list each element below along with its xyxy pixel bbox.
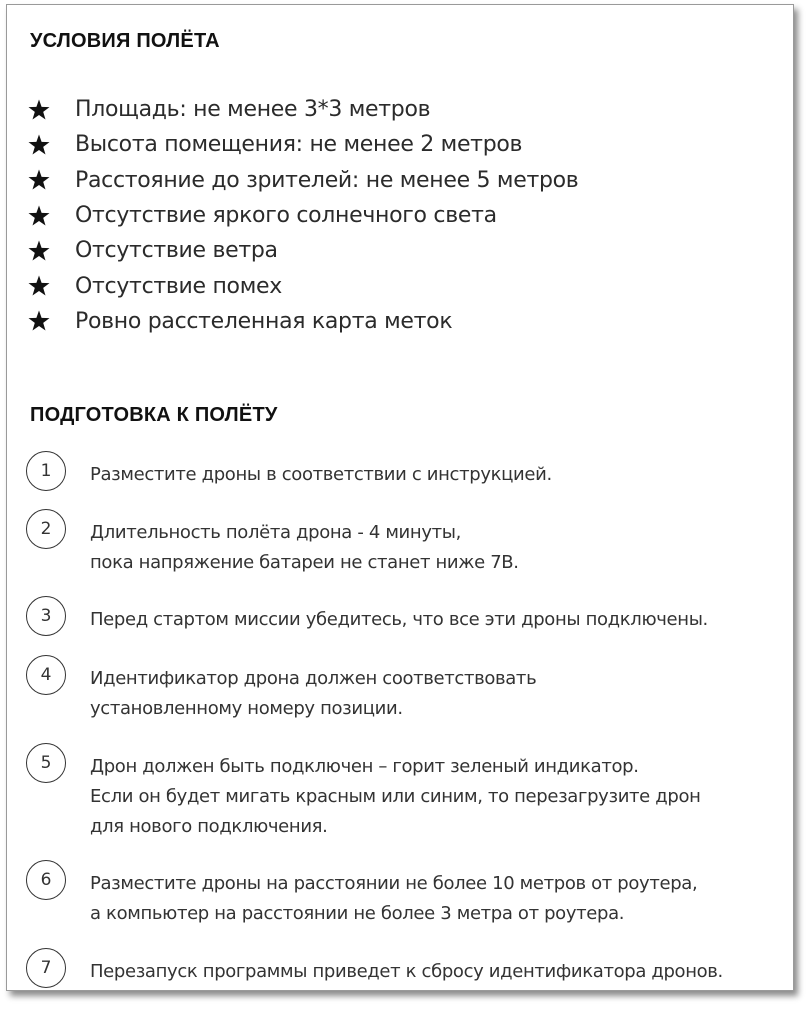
step-number-circle: 6 <box>26 860 66 900</box>
list-item: Расстояние до зрителей: не менее 5 метро… <box>27 163 579 198</box>
step-text-line: для нового подключения. <box>90 816 328 837</box>
step-text-line: Разместите дроны в соответствии с инстру… <box>90 464 552 485</box>
step-text: Разместите дроны на расстоянии не более … <box>90 869 790 929</box>
list-item: Ровно расстеленная карта меток <box>27 304 578 339</box>
star-icon <box>28 275 50 296</box>
step-text-line: Разместите дроны на расстоянии не более … <box>90 873 698 894</box>
star-icon <box>28 99 50 120</box>
step-number-circle: 7 <box>26 948 66 988</box>
condition-text: Ровно расстеленная карта меток <box>75 308 453 334</box>
star-icon <box>28 310 50 331</box>
star-icon <box>28 169 50 190</box>
step-text-line: Перезапуск программы приведет к сбросу и… <box>90 961 723 982</box>
list-item: Отсутствие помех <box>27 268 578 303</box>
step-number-circle: 2 <box>26 509 66 549</box>
step-number-circle: 3 <box>26 596 66 636</box>
star-icon <box>28 134 50 155</box>
list-item: Отсутствие ветра <box>27 233 578 268</box>
step-number-circle: 1 <box>26 451 66 491</box>
document-page: УСЛОВИЯ ПОЛЁТА Площадь: не менее 3*3 мет… <box>6 4 794 991</box>
star-icon <box>28 205 50 226</box>
list-item: Отсутствие яркого солнечного света <box>27 198 578 233</box>
list-item: Площадь: не менее 3*3 метров <box>27 92 578 127</box>
list-item: Высота помещения: не менее 2 метров <box>27 127 578 162</box>
condition-text: Отсутствие яркого солнечного света <box>75 203 497 229</box>
step-text: Перезапуск программы приведет к сбросу и… <box>90 957 790 987</box>
flight-preparation-heading: ПОДГОТОВКА К ПОЛЁТУ <box>30 404 278 426</box>
step-number-circle: 5 <box>26 743 66 783</box>
step-text-line: Если он будет мигать красным или синим, … <box>90 786 701 807</box>
step-number-circle: 4 <box>26 655 66 695</box>
step-text-line: Идентификатор дрона должен соответствова… <box>90 668 537 689</box>
step-text: Идентификатор дрона должен соответствова… <box>90 664 790 724</box>
step-text: Перед стартом миссии убедитесь, что все … <box>90 605 790 635</box>
condition-text: Расстояние до зрителей: не менее 5 метро… <box>75 167 579 193</box>
condition-text: Отсутствие помех <box>75 273 282 299</box>
step-text: Длительность полёта дрона - 4 минуты, по… <box>90 518 790 578</box>
condition-text: Высота помещения: не менее 2 метров <box>75 132 523 158</box>
step-text-line: установленному номеру позиции. <box>90 698 403 719</box>
step-text-line: Дрон должен быть подключен – горит зелен… <box>90 756 639 777</box>
condition-text: Отсутствие ветра <box>75 238 278 264</box>
step-text-line: а компьютер на расстоянии не более 3 мет… <box>90 903 625 924</box>
step-text-line: Перед стартом миссии убедитесь, что все … <box>90 609 708 630</box>
flight-conditions-list: Площадь: не менее 3*3 метров Высота поме… <box>27 92 579 339</box>
step-text: Дрон должен быть подключен – горит зелен… <box>90 752 790 842</box>
star-icon <box>28 240 50 261</box>
flight-conditions-heading: УСЛОВИЯ ПОЛЁТА <box>30 30 220 52</box>
step-text-line: Длительность полёта дрона - 4 минуты, <box>90 522 461 543</box>
step-text: Разместите дроны в соответствии с инстру… <box>90 460 790 490</box>
step-text-line: пока напряжение батареи не станет ниже 7… <box>90 552 519 573</box>
condition-text: Площадь: не менее 3*3 метров <box>75 97 431 123</box>
